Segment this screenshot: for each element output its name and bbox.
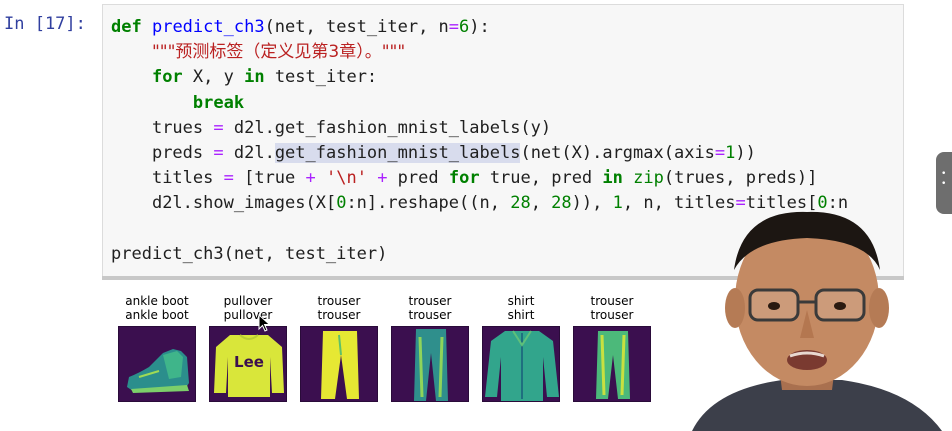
true-label: trouser	[317, 294, 361, 308]
trouser-image	[300, 326, 378, 402]
keyword-for: for	[151, 67, 183, 88]
output-figure: shirt shirt	[482, 294, 560, 402]
code-token: X, y	[182, 67, 245, 88]
keyword-def: def	[111, 17, 142, 37]
pred-label: trouser	[317, 308, 361, 322]
code-number: 28	[551, 193, 572, 214]
pred-label: trouser	[590, 308, 634, 322]
code-token: (trues, preds)]	[663, 168, 818, 189]
code-token: trues	[151, 117, 214, 138]
code-operator: =	[714, 143, 726, 164]
cell-prompt: In [17]:	[4, 14, 86, 34]
mouse-cursor-icon	[258, 314, 271, 332]
code-operator: +	[305, 168, 316, 189]
code-operator: =	[213, 117, 224, 138]
output-figure: trouser trouser	[391, 294, 469, 402]
output-figure: trouser trouser	[573, 294, 651, 402]
sweater-print: Lee	[234, 353, 264, 371]
keyword-for: for	[448, 168, 480, 189]
code-number: 1	[725, 143, 736, 164]
code-line-1: def predict_ch3(net, test_iter, n=6):	[111, 17, 490, 37]
output-figure: trouser trouser	[300, 294, 378, 402]
pred-label: trouser	[408, 308, 452, 322]
code-operator: =	[223, 168, 234, 189]
trouser-image	[391, 326, 469, 402]
code-number: 6	[459, 17, 470, 37]
code-token: )),	[571, 193, 613, 214]
code-docstring: """预测标签（定义见第3章）。"""	[151, 42, 406, 63]
code-operator: =	[213, 143, 224, 164]
code-builtin: zip	[622, 168, 664, 189]
output-figure: pullover pullover Lee	[209, 294, 287, 402]
shirt-image	[482, 326, 560, 402]
code-token: ,	[530, 193, 552, 214]
code-token: preds	[151, 143, 214, 164]
code-number: 28	[510, 193, 531, 214]
code-token: (net, test_iter, n	[264, 17, 449, 37]
true-label: trouser	[408, 294, 452, 308]
code-token: ))	[735, 143, 756, 164]
code-token: d2l.show_images(X[	[151, 193, 337, 214]
code-token: ):	[469, 17, 490, 37]
code-token: d2l.	[223, 143, 275, 164]
code-token: :n].reshape((n,	[346, 193, 511, 214]
selected-text-highlight: get_fashion_mnist_labels	[274, 143, 521, 164]
code-operator: +	[377, 168, 388, 189]
code-token: (net(X).argmax(axis	[520, 143, 715, 164]
function-name: predict_ch3	[151, 17, 265, 37]
code-token: d2l.get_fashion_mnist_labels(y)	[223, 117, 552, 138]
keyword-break: break	[192, 92, 245, 113]
code-number: 1	[612, 193, 623, 214]
pred-label: ankle boot	[125, 308, 189, 322]
pred-label: pullover	[223, 308, 273, 322]
code-token: true, pred	[479, 168, 603, 189]
code-number: 0	[336, 193, 347, 214]
keyword-in: in	[244, 67, 265, 88]
code-token: pred	[387, 168, 449, 189]
true-label: shirt	[507, 294, 535, 308]
pullover-image: Lee	[209, 326, 287, 402]
cell-output: ankle boot ankle boot pullover pullover …	[118, 294, 678, 406]
code-token: test_iter:	[264, 67, 378, 88]
side-panel-toggle[interactable]: • •	[936, 152, 952, 214]
true-label: pullover	[223, 294, 273, 308]
code-token: titles	[151, 168, 224, 189]
code-string: '\n'	[315, 168, 378, 189]
output-figure: ankle boot ankle boot	[118, 294, 196, 402]
code-operator: =	[448, 17, 460, 37]
webcam-overlay	[672, 190, 952, 431]
true-label: trouser	[590, 294, 634, 308]
code-token: [true	[233, 168, 306, 189]
ankle-boot-image	[118, 326, 196, 402]
code-token: predict_ch3(net, test_iter)	[111, 243, 388, 264]
true-label: ankle boot	[125, 294, 189, 308]
pred-label: shirt	[507, 308, 535, 322]
trouser-image	[573, 326, 651, 402]
keyword-in: in	[602, 168, 623, 189]
